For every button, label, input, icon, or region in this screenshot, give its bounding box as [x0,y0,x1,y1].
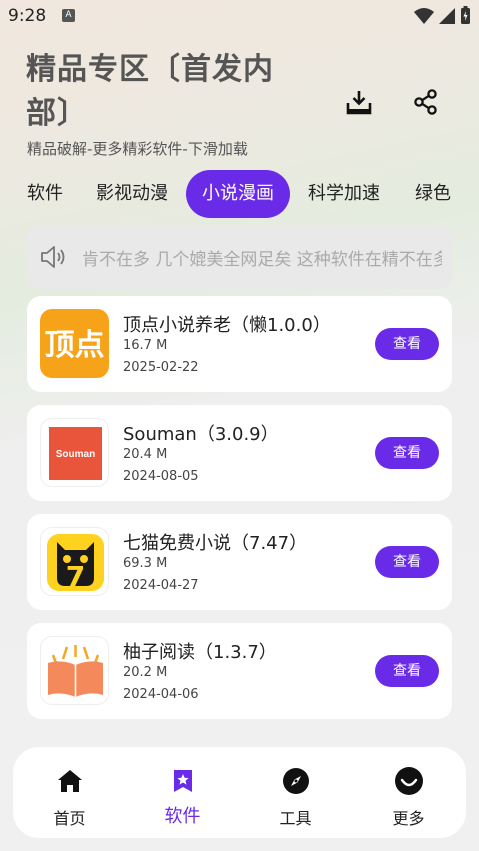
category-tabs: 软件 影视动漫 小说漫画 科学加速 绿色 [0,170,479,218]
qimao-logo: 7 [40,527,109,596]
app-date: 2024-08-05 [123,469,199,484]
app-date: 2024-04-06 [123,687,199,702]
wifi-icon [414,7,434,24]
battery-icon [461,6,470,24]
app-name: 柚子阅读（1.3.7） [123,642,277,663]
app-size: 20.2 M [123,665,168,680]
tab-video-anime[interactable]: 影视动漫 [96,170,168,218]
book-logo [40,636,109,705]
status-time: 9:28 [8,6,47,26]
tab-novel-comic[interactable]: 小说漫画 [186,170,290,218]
svg-text:Souman: Souman [56,449,95,460]
notice-text: 肯不在多 几个媲美全网足矣 这种软件在精不在多 [82,250,442,270]
app-card[interactable]: Souman Souman（3.0.9） 20.4 M 2024-08-05 查… [27,405,452,501]
notification-icon: A [62,9,75,22]
smile-icon [395,767,423,795]
nav-tools[interactable]: 工具 [239,747,352,838]
download-icon[interactable] [345,88,373,116]
view-button[interactable]: 查看 [375,546,439,578]
nav-label: 软件 [164,806,201,827]
signal-icon [439,7,455,24]
bottom-nav: 首页 软件 工具 更多 [13,747,466,838]
svg-text:7: 7 [66,560,85,593]
speaker-icon [41,246,65,268]
page-title: 精品专区〔首发内部〕 [26,52,274,131]
app-name: 七猫免费小说（7.47） [123,533,308,554]
app-date: 2024-04-27 [123,578,199,593]
view-button[interactable]: 查看 [375,328,439,360]
tab-software[interactable]: 软件 [27,170,63,218]
app-size: 16.7 M [123,338,168,353]
status-icons [414,6,471,25]
view-button[interactable]: 查看 [375,437,439,469]
app-card[interactable]: 柚子阅读（1.3.7） 20.2 M 2024-04-06 查看 [27,623,452,719]
nav-label: 工具 [279,809,312,828]
share-icon[interactable] [412,88,440,116]
tab-green[interactable]: 绿色 [415,170,451,218]
notice-banner: 肯不在多 几个媲美全网足矣 这种软件在精不在多 [27,225,452,289]
app-date: 2025-02-22 [123,360,199,375]
app-name: 顶点小说养老（懒1.0.0） [123,315,331,336]
svg-text:顶点: 顶点 [45,328,105,363]
dingdian-logo: 顶点 [40,309,109,378]
app-card[interactable]: 7 七猫免费小说（7.47） 69.3 M 2024-04-27 查看 [27,514,452,610]
app-name: Souman（3.0.9） [123,424,279,445]
souman-logo: Souman [40,418,109,487]
compass-icon [283,768,309,794]
page-subtitle: 精品破解-更多精彩软件-下滑加载 [27,140,248,158]
app-size: 20.4 M [123,447,168,462]
star-bookmark-icon [174,770,192,792]
view-button[interactable]: 查看 [375,655,439,687]
app-size: 69.3 M [123,556,168,571]
app-card[interactable]: 顶点 顶点小说养老（懒1.0.0） 16.7 M 2025-02-22 查看 [27,296,452,392]
nav-home[interactable]: 首页 [13,747,126,838]
status-bar: 9:28 A [0,0,479,32]
home-icon [58,770,82,792]
tab-science-speed[interactable]: 科学加速 [308,170,380,218]
nav-label: 首页 [53,809,86,828]
nav-more[interactable]: 更多 [352,747,465,838]
nav-label: 更多 [392,809,425,828]
nav-software[interactable]: 软件 [126,747,239,838]
